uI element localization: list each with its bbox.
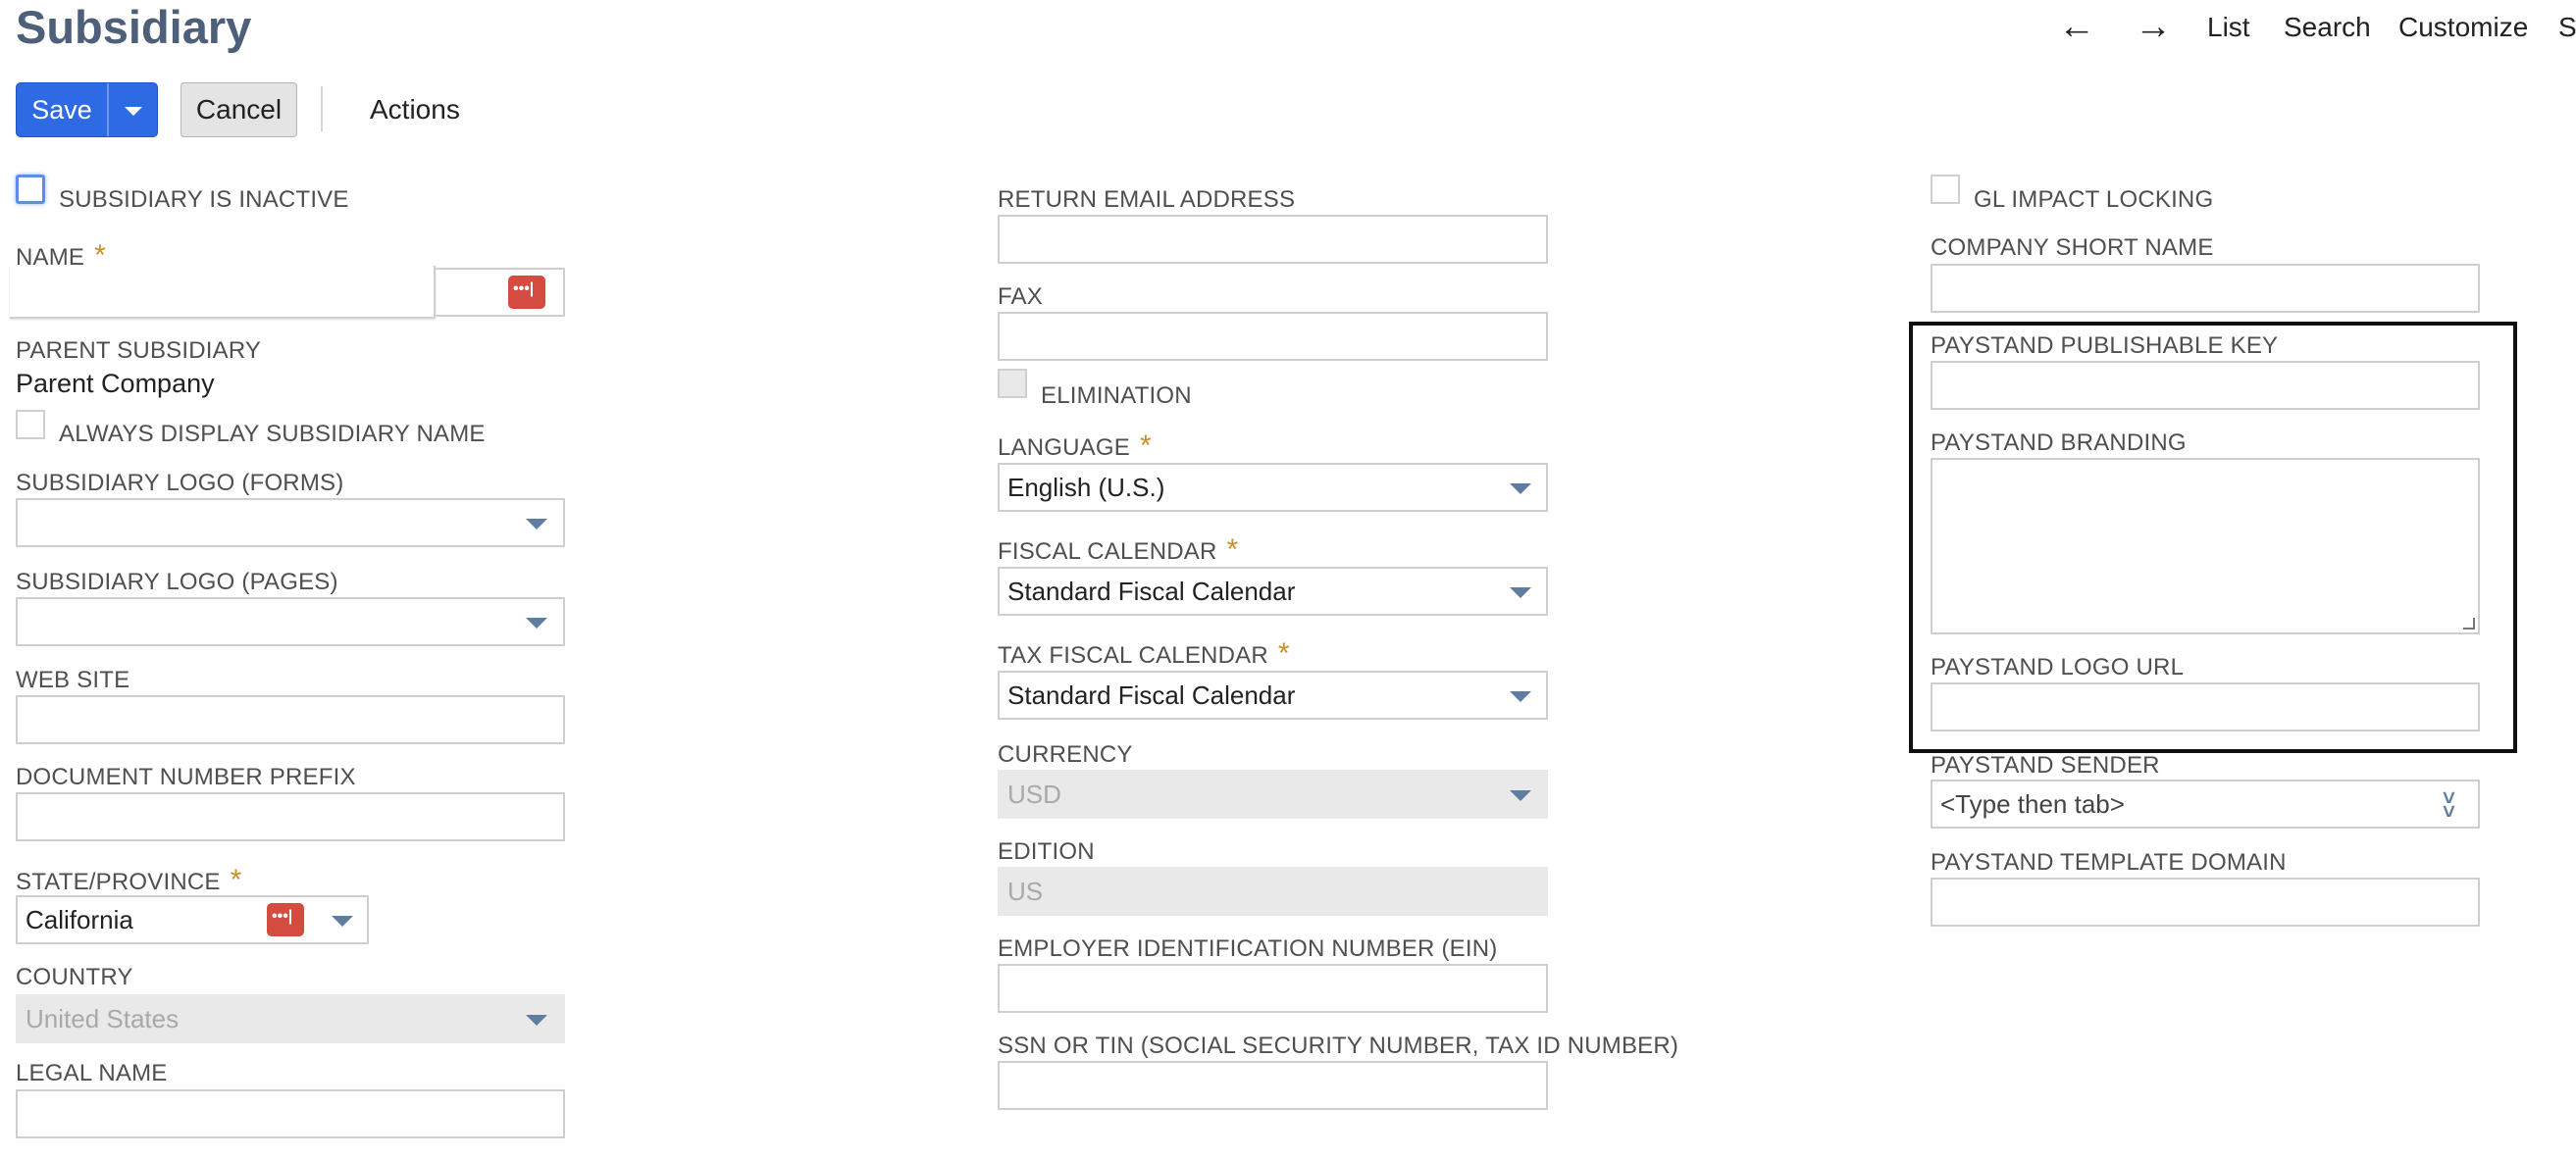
chevron-down-icon [526, 519, 547, 529]
currency-value: USD [1007, 780, 1061, 809]
resize-handle-icon[interactable] [2463, 618, 2475, 630]
name-field-overlay [10, 266, 436, 319]
state-label: STATE/PROVINCE * [16, 864, 242, 896]
fiscal-calendar-select[interactable]: Standard Fiscal Calendar [998, 567, 1548, 616]
company-short-name-field[interactable] [1931, 264, 2480, 313]
doc-prefix-label: DOCUMENT NUMBER PREFIX [16, 764, 356, 790]
chevron-down-icon [1510, 691, 1531, 702]
language-label: LANGUAGE * [998, 429, 1152, 462]
ein-label: EMPLOYER IDENTIFICATION NUMBER (EIN) [998, 935, 1498, 962]
toolbar-divider [321, 86, 323, 131]
gl-impact-locking-checkbox[interactable] [1931, 175, 1960, 204]
website-label: WEB SITE [16, 667, 130, 693]
ssn-tin-field[interactable] [998, 1061, 1548, 1110]
state-select[interactable]: California [16, 895, 369, 944]
save-button-group[interactable]: Save [16, 82, 158, 137]
parent-subsidiary-value: Parent Company [16, 369, 215, 398]
ein-field[interactable] [998, 964, 1548, 1013]
language-select[interactable]: English (U.S.) [998, 463, 1548, 512]
paystand-template-domain-label: PAYSTAND TEMPLATE DOMAIN [1931, 849, 2287, 876]
return-email-field[interactable] [998, 215, 1548, 264]
arrow-left-icon[interactable]: ← [2058, 6, 2095, 48]
return-email-label: RETURN EMAIL ADDRESS [998, 186, 1296, 213]
legal-name-label: LEGAL NAME [16, 1060, 168, 1086]
paystand-publishable-key-field[interactable] [1931, 361, 2480, 410]
language-value: English (U.S.) [1007, 473, 1165, 502]
fax-label: FAX [998, 283, 1043, 310]
actions-menu[interactable]: Actions [370, 94, 460, 126]
state-options-icon[interactable] [267, 903, 304, 936]
tax-fiscal-calendar-select[interactable]: Standard Fiscal Calendar [998, 671, 1548, 720]
website-field[interactable] [16, 695, 565, 744]
fax-field[interactable] [998, 312, 1548, 361]
country-select: United States [16, 994, 565, 1043]
save-button[interactable]: Save [17, 83, 107, 136]
elimination-checkbox [998, 369, 1027, 398]
nav-customize-link[interactable]: Customize [2398, 12, 2528, 43]
subsidiary-inactive-label: SUBSIDIARY IS INACTIVE [59, 186, 349, 213]
country-value: United States [26, 1004, 180, 1033]
fiscal-calendar-label: FISCAL CALENDAR * [998, 533, 1239, 566]
save-dropdown-icon[interactable] [109, 83, 157, 136]
name-field[interactable] [10, 266, 565, 319]
currency-select: USD [998, 770, 1548, 819]
gl-impact-locking-label: GL IMPACT LOCKING [1974, 186, 2214, 213]
company-short-name-label: COMPANY SHORT NAME [1931, 234, 2214, 261]
arrow-right-icon[interactable]: → [2135, 6, 2172, 48]
chevron-down-icon [526, 1015, 547, 1026]
always-display-name-checkbox[interactable] [16, 410, 45, 439]
paystand-branding-label: PAYSTAND BRANDING [1931, 429, 2187, 456]
paystand-publishable-key-label: PAYSTAND PUBLISHABLE KEY [1931, 332, 2279, 359]
double-chevron-down-icon[interactable]: ˅ ˅ [2443, 787, 2455, 823]
always-display-name-label: ALWAYS DISPLAY SUBSIDIARY NAME [59, 421, 486, 447]
parent-subsidiary-label: PARENT SUBSIDIARY [16, 337, 262, 364]
nav-search-link[interactable]: Search [2284, 12, 2371, 43]
paystand-logo-url-label: PAYSTAND LOGO URL [1931, 654, 2185, 680]
subsidiary-inactive-checkbox[interactable] [16, 175, 45, 204]
paystand-sender-placeholder: <Type then tab> [1940, 789, 2125, 819]
tax-fiscal-calendar-value: Standard Fiscal Calendar [1007, 680, 1296, 710]
country-label: COUNTRY [16, 964, 133, 990]
ssn-tin-label: SSN OR TIN (SOCIAL SECURITY NUMBER, TAX … [998, 1033, 1679, 1059]
paystand-sender-label: PAYSTAND SENDER [1931, 752, 2160, 779]
edition-field: US [998, 867, 1548, 916]
chevron-down-icon [1510, 587, 1531, 598]
name-options-icon[interactable] [508, 276, 545, 309]
nav-more-link[interactable]: Sı [2558, 12, 2576, 43]
chevron-down-icon [526, 618, 547, 629]
edition-value: US [1007, 877, 1044, 906]
elimination-label: ELIMINATION [1041, 382, 1192, 409]
logo-forms-label: SUBSIDIARY LOGO (FORMS) [16, 470, 344, 496]
nav-list-link[interactable]: List [2207, 12, 2250, 43]
tax-fiscal-calendar-label: TAX FISCAL CALENDAR * [998, 637, 1290, 670]
chevron-down-icon [1510, 483, 1531, 494]
paystand-logo-url-field[interactable] [1931, 682, 2480, 731]
chevron-down-icon [1510, 790, 1531, 801]
chevron-down-icon[interactable] [332, 916, 353, 927]
logo-pages-label: SUBSIDIARY LOGO (PAGES) [16, 569, 338, 595]
legal-name-field[interactable] [16, 1089, 565, 1138]
paystand-branding-textarea[interactable] [1931, 458, 2480, 634]
logo-forms-select[interactable] [16, 498, 565, 547]
paystand-template-domain-field[interactable] [1931, 878, 2480, 927]
page-title: Subsidiary [16, 1, 252, 53]
edition-label: EDITION [998, 838, 1095, 865]
currency-label: CURRENCY [998, 741, 1133, 768]
logo-pages-select[interactable] [16, 597, 565, 646]
state-value: California [26, 905, 133, 934]
doc-prefix-field[interactable] [16, 792, 565, 841]
cancel-button[interactable]: Cancel [180, 82, 297, 137]
paystand-sender-select[interactable]: <Type then tab> ˅ ˅ [1931, 780, 2480, 829]
fiscal-calendar-value: Standard Fiscal Calendar [1007, 577, 1296, 606]
